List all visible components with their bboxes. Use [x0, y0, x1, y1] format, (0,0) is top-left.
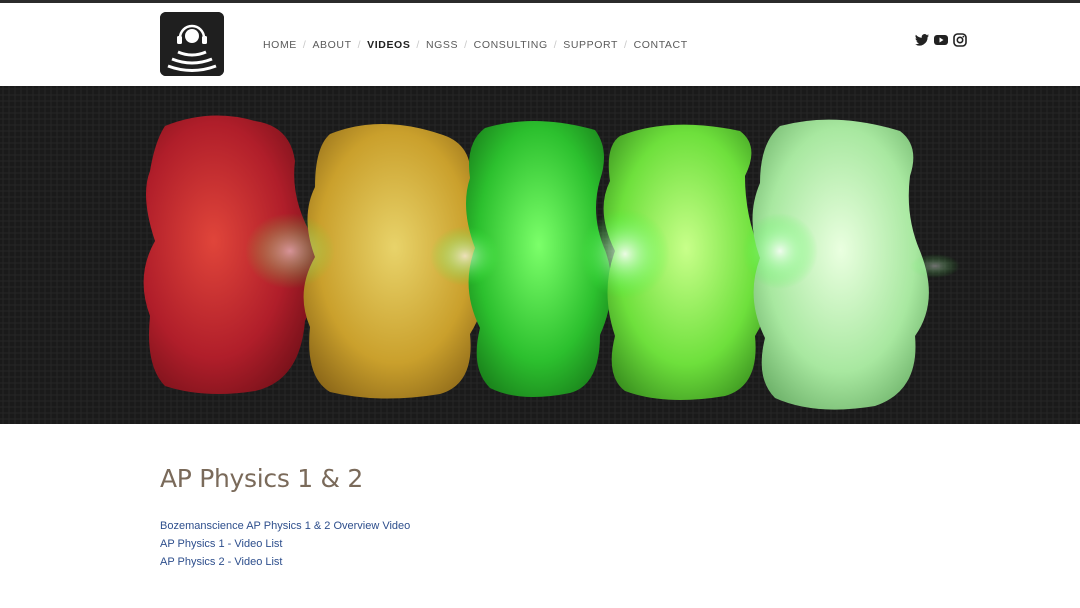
nav-item-ngss[interactable]: NGSS [426, 39, 458, 51]
instagram-icon[interactable] [952, 32, 968, 48]
nav-separator: / [624, 39, 628, 51]
nav-separator: / [357, 39, 362, 51]
site-logo[interactable] [160, 12, 224, 76]
social-links [914, 32, 968, 48]
overview-video-link[interactable]: Bozemanscience AP Physics 1 & 2 Overview… [160, 517, 410, 535]
nav-item-about[interactable]: ABOUT [312, 39, 351, 51]
nav-item-home[interactable]: HOME [263, 39, 297, 51]
nav-separator: / [464, 39, 468, 51]
nav-separator: / [302, 39, 307, 51]
ap-physics-1-video-list-link[interactable]: AP Physics 1 - Video List [160, 535, 410, 553]
youtube-icon[interactable] [933, 32, 949, 48]
nav-item-support[interactable]: SUPPORT [563, 39, 618, 51]
page-title: AP Physics 1 & 2 [160, 464, 363, 493]
twitter-icon[interactable] [914, 32, 930, 48]
main-nav: HOME / ABOUT / VIDEOS / NGSS / CONSULTING / SUPPOR… [263, 37, 688, 53]
link-list: Bozemanscience AP Physics 1 & 2 Overview… [160, 517, 410, 571]
nav-separator: / [553, 39, 558, 51]
gummy-bears-laser-image [0, 86, 1080, 424]
site-header: HOME / ABOUT / VIDEOS / NGSS / CONSULTING / SUPPOR… [0, 3, 1080, 86]
nav-separator: / [416, 39, 420, 51]
nav-item-contact[interactable]: CONTACT [634, 39, 688, 51]
nav-item-videos[interactable]: VIDEOS [367, 39, 410, 51]
ap-physics-2-video-list-link[interactable]: AP Physics 2 - Video List [160, 553, 410, 571]
headphones-logo-icon [160, 12, 224, 76]
hero-banner [0, 86, 1080, 424]
nav-item-consulting[interactable]: CONSULTING [474, 39, 548, 51]
